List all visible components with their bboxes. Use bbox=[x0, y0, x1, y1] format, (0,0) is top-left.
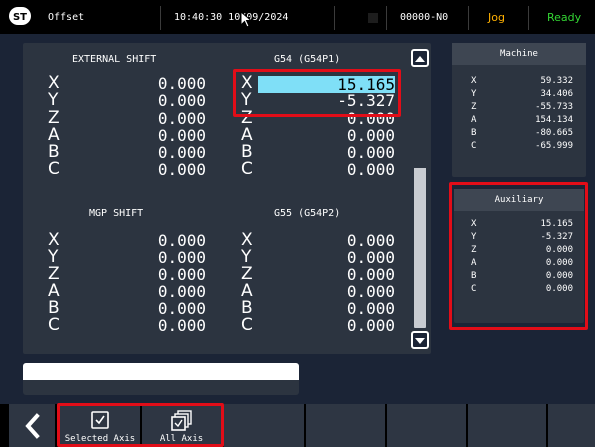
mgp-value-x[interactable]: 0.000 bbox=[134, 232, 206, 249]
ext-value-y[interactable]: 0.000 bbox=[134, 92, 206, 109]
status-indicator: Ready bbox=[547, 10, 582, 24]
mgp-value-z[interactable]: 0.000 bbox=[134, 266, 206, 283]
triangle-up-icon bbox=[415, 56, 425, 62]
machine-panel: Machine X Y Z A B C 59.332 34.406 -55.73… bbox=[452, 43, 586, 177]
softkey-7[interactable] bbox=[548, 404, 595, 447]
machine-axis-x: X bbox=[471, 76, 477, 86]
softkey-5[interactable] bbox=[387, 404, 466, 447]
machine-value-z: -55.733 bbox=[535, 102, 573, 112]
machine-value-b: -80.665 bbox=[535, 128, 573, 138]
highlight-box-softkeys bbox=[57, 403, 224, 447]
ext-value-x[interactable]: 0.000 bbox=[134, 75, 206, 92]
machine-value-c: -65.999 bbox=[535, 141, 573, 151]
machine-title: Machine bbox=[452, 43, 586, 65]
mgp-shift-title: MGP SHIFT bbox=[89, 208, 144, 219]
machine-value-y: 34.406 bbox=[540, 89, 573, 99]
machine-axis-a: A bbox=[471, 115, 477, 125]
g55-value-x[interactable]: 0.000 bbox=[300, 232, 395, 249]
ext-value-a[interactable]: 0.000 bbox=[134, 127, 206, 144]
external-shift-title: EXTERNAL SHIFT bbox=[72, 54, 157, 65]
highlight-box-auxiliary bbox=[449, 182, 588, 330]
program-number: 00000-N0 bbox=[400, 11, 449, 23]
mgp-axis-c: C bbox=[48, 315, 60, 335]
machine-value-a: 154.134 bbox=[535, 115, 573, 125]
machine-value-x: 59.332 bbox=[540, 76, 573, 86]
highlight-box-g54-xy bbox=[233, 69, 401, 117]
ext-value-z[interactable]: 0.000 bbox=[134, 110, 206, 127]
mgp-value-c[interactable]: 0.000 bbox=[134, 317, 206, 334]
value-input-field[interactable] bbox=[23, 363, 299, 380]
triangle-down-icon bbox=[415, 338, 425, 344]
g55-value-c[interactable]: 0.000 bbox=[300, 317, 395, 334]
softkey-6[interactable] bbox=[468, 404, 546, 447]
softkey-4[interactable] bbox=[306, 404, 385, 447]
ext-value-c[interactable]: 0.000 bbox=[134, 161, 206, 178]
machine-axis-c: C bbox=[471, 141, 477, 151]
g55-axis-c: C bbox=[241, 315, 253, 335]
scroll-thumb[interactable] bbox=[414, 70, 426, 168]
g54-value-b[interactable]: 0.000 bbox=[300, 144, 395, 161]
svg-text:ST: ST bbox=[13, 12, 27, 22]
g54-value-a[interactable]: 0.000 bbox=[300, 127, 395, 144]
ext-value-b[interactable]: 0.000 bbox=[134, 144, 206, 161]
g55-title: G55 (G54P2) bbox=[274, 208, 341, 219]
datetime: 10:40:30 10/09/2024 bbox=[174, 11, 289, 23]
mouse-cursor-icon bbox=[240, 11, 252, 28]
chevron-left-icon bbox=[25, 412, 40, 439]
logo-icon: ST bbox=[9, 7, 31, 25]
offset-scrollbar[interactable] bbox=[411, 47, 429, 350]
machine-axis-z: Z bbox=[471, 102, 477, 112]
scroll-up-button[interactable] bbox=[411, 49, 429, 67]
g55-value-b[interactable]: 0.000 bbox=[300, 300, 395, 317]
input-container bbox=[23, 363, 299, 395]
machine-axis-b: B bbox=[471, 128, 477, 138]
mgp-value-a[interactable]: 0.000 bbox=[134, 283, 206, 300]
back-button[interactable] bbox=[9, 404, 55, 447]
g55-value-z[interactable]: 0.000 bbox=[300, 266, 395, 283]
mode-indicator: Jog bbox=[488, 10, 505, 24]
g55-value-y[interactable]: 0.000 bbox=[300, 249, 395, 266]
g54-value-c[interactable]: 0.000 bbox=[300, 161, 395, 178]
g55-value-a[interactable]: 0.000 bbox=[300, 283, 395, 300]
g54-title: G54 (G54P1) bbox=[274, 54, 341, 65]
softkey-3[interactable] bbox=[224, 404, 304, 447]
mgp-value-b[interactable]: 0.000 bbox=[134, 300, 206, 317]
top-status-bar: ST Offset 10:40:30 10/09/2024 00000-N0 J… bbox=[0, 0, 595, 34]
mgp-value-y[interactable]: 0.000 bbox=[134, 249, 206, 266]
indicator-square bbox=[368, 13, 378, 23]
g54-axis-c: C bbox=[241, 159, 253, 179]
ext-axis-y: Y bbox=[48, 90, 59, 110]
scroll-down-button[interactable] bbox=[411, 331, 429, 349]
screen-name: Offset bbox=[48, 11, 85, 23]
ext-axis-c: C bbox=[48, 159, 60, 179]
machine-axis-y: Y bbox=[471, 89, 477, 99]
